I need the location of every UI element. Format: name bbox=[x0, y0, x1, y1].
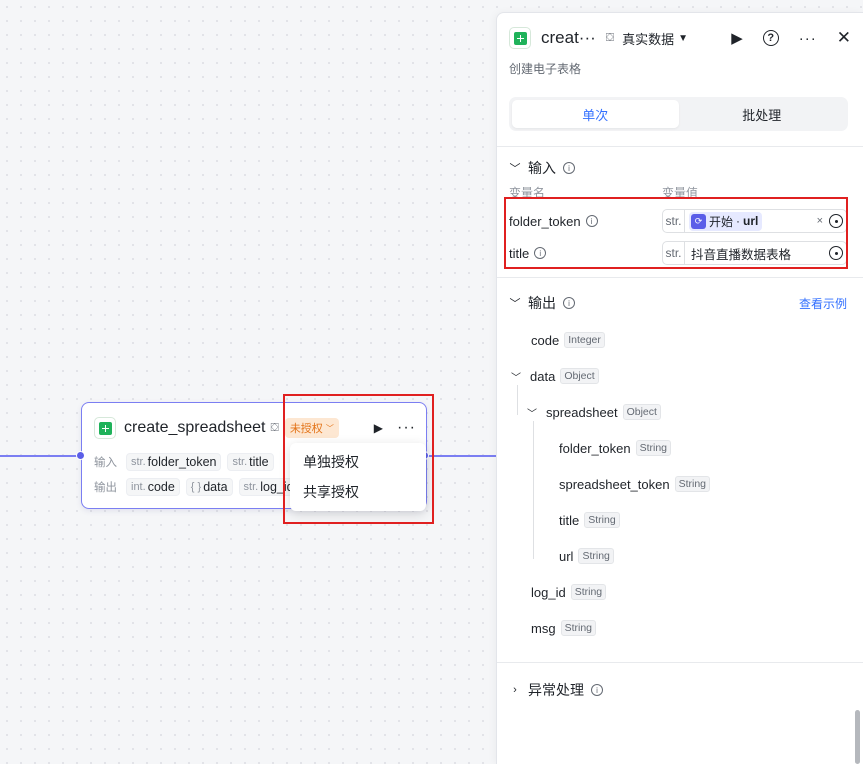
variable-reference-chip[interactable]: ⟳ 开始 · url bbox=[689, 211, 763, 231]
data-source-icon: ⛋ bbox=[270, 421, 279, 434]
ref-separator: · bbox=[736, 214, 741, 228]
chevron-down-icon: ﹀ bbox=[325, 423, 334, 433]
variable-picker-icon[interactable] bbox=[829, 214, 843, 228]
info-icon: i bbox=[585, 215, 598, 227]
node-input-tag: str. folder_token bbox=[126, 453, 222, 471]
run-node-icon[interactable]: ▶ bbox=[374, 421, 383, 435]
ref-field: url bbox=[743, 214, 759, 228]
column-header-name: 变量名 bbox=[509, 186, 546, 200]
panel-scrollbar[interactable] bbox=[855, 710, 860, 764]
node-more-icon[interactable]: ··· bbox=[397, 419, 416, 437]
unauthorized-label: 未授权 bbox=[289, 423, 323, 435]
run-mode-tabs: 单次 批处理 bbox=[509, 97, 848, 131]
node-output-tag: { } data bbox=[185, 478, 233, 496]
output-item-spreadsheet-token: spreadsheet_token String bbox=[559, 476, 711, 492]
info-icon: i bbox=[563, 162, 575, 174]
tree-connector bbox=[517, 385, 518, 415]
input-row-folder-token: folder_token i bbox=[509, 209, 598, 233]
run-icon[interactable]: ▶ bbox=[731, 29, 743, 47]
folder-token-value-field[interactable]: str. ⟳ 开始 · url × bbox=[662, 209, 847, 233]
output-item-title: title String bbox=[559, 512, 620, 528]
node-title: create_spreadsheet bbox=[124, 419, 266, 436]
data-source-icon: ⛋ bbox=[605, 31, 615, 44]
panel-description: 创建电子表格 bbox=[509, 62, 582, 76]
caret-down-icon: ▼ bbox=[678, 32, 689, 44]
title-value-text[interactable]: 抖音直播数据表格 bbox=[691, 244, 791, 263]
error-handling-header[interactable]: › 异常处理 i bbox=[509, 680, 603, 700]
output-item-log-id: log_id String bbox=[531, 584, 607, 600]
output-section-title: 输出 bbox=[528, 295, 556, 311]
menu-item-individual-auth[interactable]: 单独授权 bbox=[290, 447, 426, 477]
chevron-right-icon: › bbox=[513, 684, 517, 696]
data-mode-select[interactable]: 真实数据 ▼ bbox=[622, 29, 688, 48]
output-item-url: url String bbox=[559, 548, 614, 564]
error-handling-title: 异常处理 bbox=[528, 682, 584, 698]
data-mode-label: 真实数据 bbox=[622, 31, 675, 47]
column-header-value: 变量值 bbox=[662, 186, 699, 200]
input-name: title bbox=[509, 245, 530, 261]
output-section-header[interactable]: ﹀ 输出 i bbox=[509, 293, 575, 313]
divider bbox=[497, 146, 863, 147]
output-item-data[interactable]: ﹀ data Object bbox=[511, 368, 599, 384]
output-item-folder-token: folder_token String bbox=[559, 440, 671, 456]
incoming-edge bbox=[0, 455, 81, 457]
input-section-title: 输入 bbox=[528, 160, 556, 176]
input-row-title: title i bbox=[509, 241, 547, 265]
unauthorized-badge[interactable]: 未授权 ﹀ bbox=[284, 418, 339, 438]
chevron-down-icon: ﹀ bbox=[509, 163, 521, 175]
panel-title: creat··· bbox=[541, 28, 596, 47]
node-outputs-row: 输出 int. code { } data str. log_id bbox=[94, 477, 299, 497]
divider bbox=[497, 277, 863, 278]
spreadsheet-app-icon bbox=[94, 417, 116, 439]
tree-connector bbox=[533, 421, 534, 559]
title-value-field[interactable]: str. 抖音直播数据表格 bbox=[662, 241, 847, 265]
output-item-msg: msg String bbox=[531, 620, 596, 636]
node-output-tag: int. code bbox=[126, 478, 180, 496]
chevron-down-icon: ﹀ bbox=[511, 372, 521, 384]
node-output-label: 输出 bbox=[94, 482, 117, 494]
menu-item-shared-auth[interactable]: 共享授权 bbox=[290, 477, 426, 507]
input-port[interactable] bbox=[76, 451, 85, 460]
type-label: str. bbox=[663, 210, 685, 232]
node-inputs-row: 输入 str. folder_token str. title bbox=[94, 452, 274, 472]
spreadsheet-app-icon bbox=[509, 27, 531, 49]
more-icon[interactable]: ··· bbox=[799, 30, 817, 47]
info-icon: i bbox=[563, 297, 575, 309]
view-example-link[interactable]: 查看示例 bbox=[799, 295, 847, 312]
chevron-down-icon: ﹀ bbox=[527, 408, 537, 420]
authorization-dropdown: 单独授权 共享授权 bbox=[290, 443, 426, 511]
chevron-down-icon: ﹀ bbox=[509, 298, 521, 310]
ref-source: 开始 bbox=[709, 214, 734, 229]
node-input-label: 输入 bbox=[94, 457, 117, 469]
type-label: str. bbox=[663, 242, 685, 264]
output-item-code: code Integer bbox=[531, 332, 605, 348]
output-item-spreadsheet[interactable]: ﹀ spreadsheet Object bbox=[527, 404, 661, 420]
info-icon: i bbox=[591, 684, 603, 696]
tab-single[interactable]: 单次 bbox=[512, 100, 679, 128]
clear-icon[interactable]: × bbox=[817, 215, 823, 227]
tab-batch[interactable]: 批处理 bbox=[679, 100, 846, 128]
divider bbox=[497, 662, 863, 663]
help-icon[interactable]: ? bbox=[762, 30, 779, 46]
outgoing-edge bbox=[427, 455, 497, 457]
input-section-header[interactable]: ﹀ 输入 i bbox=[509, 158, 575, 178]
info-icon: i bbox=[534, 247, 547, 259]
input-name: folder_token bbox=[509, 213, 581, 229]
node-input-tag: str. title bbox=[227, 453, 274, 471]
close-icon[interactable]: ✕ bbox=[837, 28, 851, 48]
node-detail-panel: creat··· ⛋ 真实数据 ▼ ▶ ? ··· ✕ 创建电子表格 单次 批处… bbox=[496, 12, 863, 764]
variable-picker-icon[interactable] bbox=[829, 246, 843, 260]
start-node-icon: ⟳ bbox=[691, 213, 706, 229]
